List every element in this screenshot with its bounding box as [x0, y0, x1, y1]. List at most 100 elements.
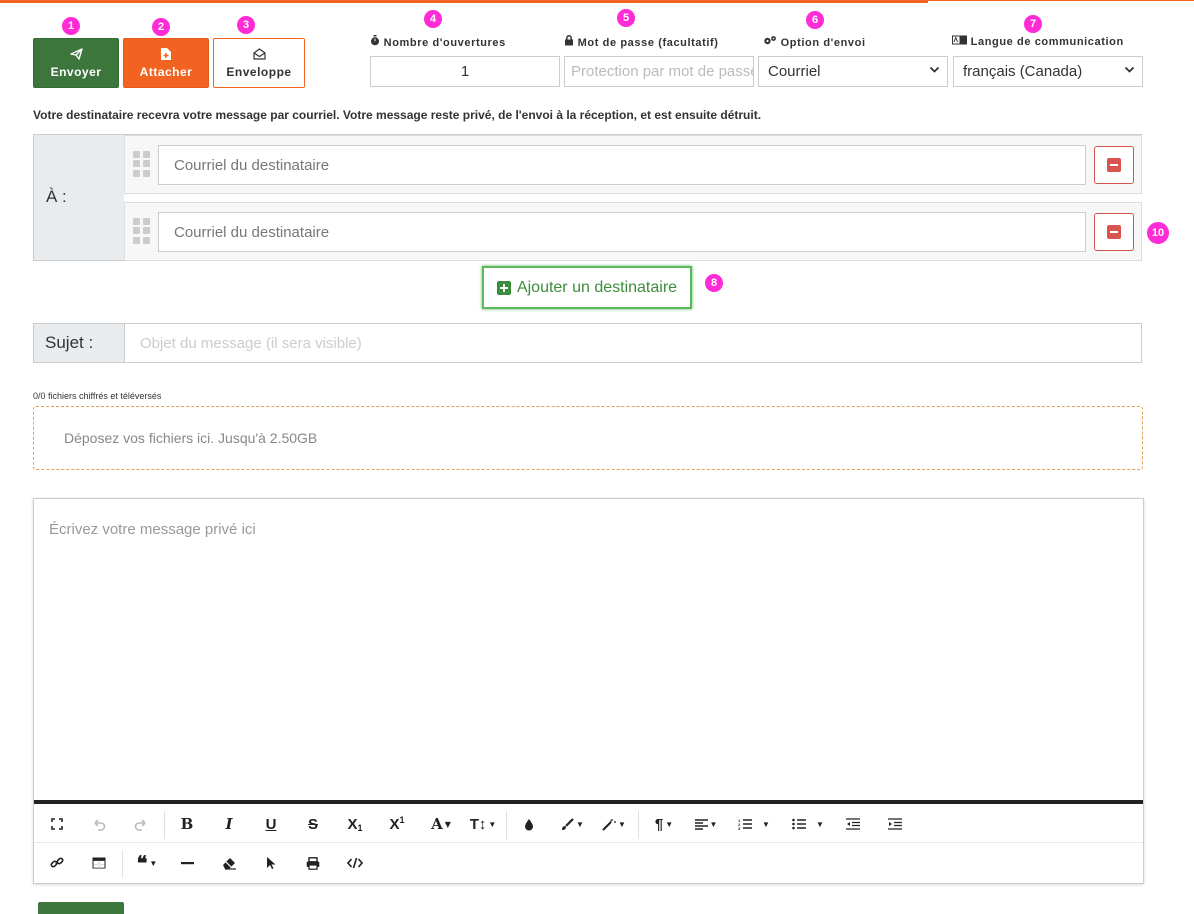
file-dropzone[interactable]: Déposez vos fichiers ici. Jusqu'à 2.50GB: [33, 406, 1143, 470]
annotation-badge-4: 4: [423, 9, 443, 29]
send-option-label-text: Option d'envoi: [780, 37, 866, 49]
eraser-icon[interactable]: [216, 844, 242, 882]
paper-plane-icon: [69, 47, 83, 62]
minus-square-icon: [1107, 158, 1121, 172]
top-accent-line: [928, 0, 1194, 1]
strikethrough-icon[interactable]: S: [300, 805, 326, 843]
password-label-text: Mot de passe (facultatif): [577, 37, 719, 49]
subscript-icon[interactable]: X1: [342, 805, 368, 843]
undo-icon[interactable]: [86, 805, 112, 843]
gears-icon: [763, 36, 781, 49]
recipient-list: [124, 135, 1142, 261]
svg-text:3: 3: [738, 826, 741, 830]
annotation-badge-10: 10: [1146, 221, 1170, 245]
annotation-badge-1: 1: [61, 16, 81, 36]
annotation-badge-6: 6: [805, 10, 825, 30]
paragraph-icon[interactable]: ¶ ▼: [646, 805, 682, 843]
link-icon[interactable]: [44, 844, 70, 882]
envelope-button[interactable]: Enveloppe: [213, 38, 305, 88]
font-size-icon[interactable]: T↕ ▼: [466, 805, 500, 843]
plus-square-icon: [496, 280, 511, 295]
message-placeholder: Écrivez votre message privé ici: [49, 521, 256, 538]
recipient-email-input[interactable]: [158, 212, 1086, 252]
drag-handle-icon[interactable]: [133, 218, 151, 244]
top-accent-bar: [0, 0, 928, 3]
subject-input[interactable]: [125, 324, 1141, 362]
bold-icon[interactable]: B: [174, 805, 200, 843]
editor-toolbar-row-1: B I U S X1 X1 A ▼ T↕ ▼ ▼ ▼ ¶ ▼ ▼ 1 2 3 ▼ ▼: [34, 805, 1143, 843]
send-button-label: Envoyer: [50, 64, 102, 79]
stopwatch-icon: [370, 35, 384, 49]
language-label: Langue de communication: [952, 35, 1124, 48]
dropzone-text: Déposez vos fichiers ici. Jusqu'à 2.50GB: [64, 430, 318, 446]
magic-icon[interactable]: ▼: [596, 805, 632, 843]
password-label: Mot de passe (facultatif): [564, 35, 719, 49]
recipients-group: À :: [33, 134, 1142, 261]
text-color-icon[interactable]: [516, 805, 542, 843]
ordered-list-icon[interactable]: 1 2 3 ▼: [734, 805, 774, 843]
remove-recipient-button[interactable]: [1094, 146, 1134, 184]
superscript-icon[interactable]: X1: [384, 805, 410, 843]
pointer-icon[interactable]: [258, 844, 284, 882]
print-icon[interactable]: [300, 844, 326, 882]
message-editor[interactable]: Écrivez votre message privé ici B I U S …: [33, 498, 1144, 884]
language-label-text: Langue de communication: [970, 36, 1124, 48]
add-recipient-button[interactable]: Ajouter un destinataire: [482, 266, 692, 309]
send-button[interactable]: Envoyer: [33, 38, 119, 88]
password-input[interactable]: [564, 56, 754, 87]
envelope-open-icon: [252, 47, 266, 62]
font-family-icon[interactable]: A ▼: [424, 805, 458, 843]
subject-group: Sujet :: [33, 323, 1142, 363]
toolbar-separator: [164, 811, 165, 839]
brush-icon[interactable]: ▼: [554, 805, 590, 843]
files-count: 0/0 fichiers chiffrés et téléversés: [33, 391, 162, 401]
language-value: français (Canada): [963, 63, 1083, 80]
to-label: À :: [46, 187, 67, 206]
attach-button[interactable]: Attacher: [123, 38, 209, 88]
send-option-select[interactable]: Courriel: [758, 56, 948, 87]
file-plus-icon: [161, 47, 171, 62]
toolbar-separator: [122, 850, 123, 878]
envelope-button-label: Enveloppe: [226, 64, 292, 79]
language-icon: [952, 35, 971, 48]
horizontal-rule-icon[interactable]: [174, 844, 200, 882]
indent-icon[interactable]: [882, 805, 908, 843]
chevron-down-icon: [1124, 64, 1135, 78]
annotation-badge-8: 8: [704, 273, 724, 293]
language-select[interactable]: français (Canada): [953, 56, 1143, 87]
recipient-row: [124, 135, 1142, 194]
editor-toolbar-row-2: ❝ ▼: [34, 844, 1143, 882]
recipient-email-input[interactable]: [158, 145, 1086, 185]
opens-label: Nombre d'ouvertures: [370, 35, 506, 49]
bottom-send-button[interactable]: [38, 902, 124, 914]
annotation-badge-3: 3: [236, 15, 256, 35]
privacy-notice: Votre destinataire recevra votre message…: [33, 108, 762, 122]
annotation-badge-7: 7: [1023, 14, 1043, 34]
redo-icon[interactable]: [128, 805, 154, 843]
minus-square-icon: [1107, 225, 1121, 239]
annotation-badge-2: 2: [151, 17, 171, 37]
fullscreen-icon[interactable]: [44, 805, 70, 843]
recipient-row: [124, 202, 1142, 261]
align-icon[interactable]: ▼: [688, 805, 724, 843]
opens-input[interactable]: [370, 56, 560, 87]
toolbar-divider: [34, 800, 1143, 804]
code-icon[interactable]: [342, 844, 368, 882]
toolbar-separator: [506, 811, 507, 839]
toolbar-separator: [638, 811, 639, 839]
attach-button-label: Attacher: [139, 64, 193, 79]
underline-icon[interactable]: U: [258, 805, 284, 843]
annotation-badge-5: 5: [616, 8, 636, 28]
lock-icon: [564, 35, 578, 49]
outdent-icon[interactable]: [840, 805, 866, 843]
drag-handle-icon[interactable]: [133, 151, 151, 177]
opens-label-text: Nombre d'ouvertures: [383, 37, 506, 49]
send-option-label: Option d'envoi: [763, 35, 866, 49]
subject-label: Sujet :: [34, 324, 125, 362]
quote-icon[interactable]: ❝ ▼: [130, 844, 164, 882]
italic-icon[interactable]: I: [216, 805, 242, 843]
remove-recipient-button[interactable]: [1094, 213, 1134, 251]
table-icon[interactable]: [86, 844, 112, 882]
send-option-value: Courriel: [768, 63, 821, 80]
unordered-list-icon[interactable]: ▼: [788, 805, 828, 843]
